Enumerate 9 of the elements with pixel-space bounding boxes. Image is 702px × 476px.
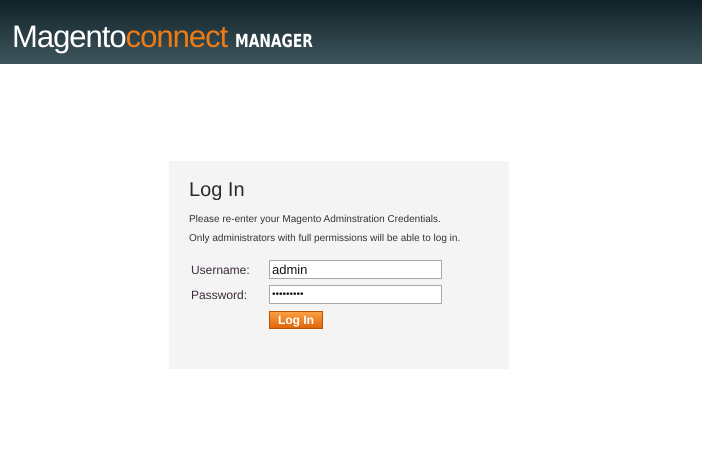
info-text: Only administrators with full permissions will be able to log in. xyxy=(189,233,462,244)
input-field[interactable]: admin xyxy=(269,260,442,279)
logo-wordmark: Magentoconnect xyxy=(12,21,228,52)
info-text: Please re-enter your Magento Adminstration Credentials. xyxy=(189,214,442,225)
input-field[interactable]: ••••••••• xyxy=(269,285,442,304)
field-label: Username: xyxy=(191,262,251,276)
logo-subtitle: MANAGER xyxy=(235,33,314,51)
login-title: Log In xyxy=(189,179,246,202)
field-label: Password: xyxy=(191,288,248,302)
